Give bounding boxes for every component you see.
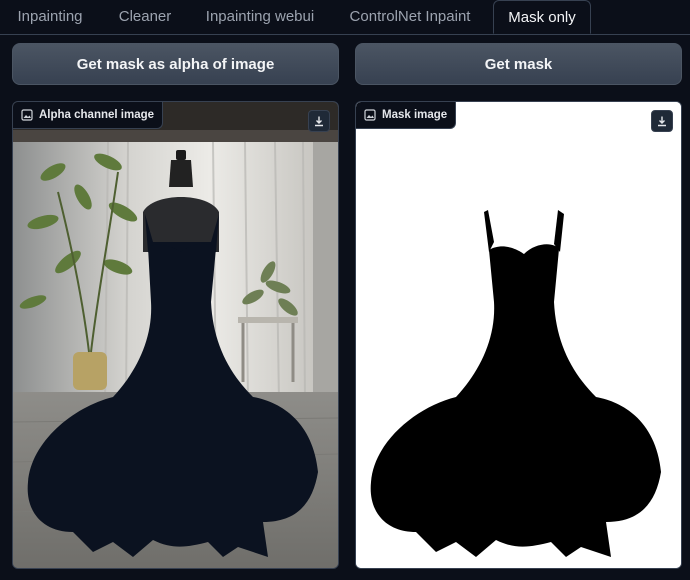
- tab-controlnet-inpaint[interactable]: ControlNet Inpaint: [330, 0, 490, 34]
- tab-cleaner[interactable]: Cleaner: [100, 0, 190, 34]
- download-icon: [315, 116, 323, 127]
- alpha-channel-image: [13, 102, 338, 568]
- get-mask-alpha-button[interactable]: Get mask as alpha of image: [12, 43, 339, 85]
- tab-inpainting-webui[interactable]: Inpainting webui: [190, 0, 330, 34]
- image-icon: [364, 109, 376, 121]
- mask-image-label-text: Mask image: [382, 109, 448, 121]
- mask-image-panel: Mask image: [355, 101, 682, 569]
- mask-download-button[interactable]: [651, 110, 673, 132]
- tab-mask-only[interactable]: Mask only: [493, 0, 591, 34]
- image-icon: [21, 109, 33, 121]
- tab-bar: Inpainting Cleaner Inpainting webui Cont…: [0, 0, 690, 35]
- get-mask-button[interactable]: Get mask: [355, 43, 682, 85]
- mask-image-label: Mask image: [356, 102, 457, 129]
- alpha-channel-image-label: Alpha channel image: [13, 102, 164, 129]
- alpha-channel-image-panel: Alpha channel image: [12, 101, 339, 569]
- tab-inpainting[interactable]: Inpainting: [0, 0, 100, 34]
- mask-image: [356, 102, 681, 568]
- alpha-download-button[interactable]: [308, 110, 330, 132]
- download-icon: [658, 116, 666, 127]
- alpha-channel-image-label-text: Alpha channel image: [39, 109, 155, 121]
